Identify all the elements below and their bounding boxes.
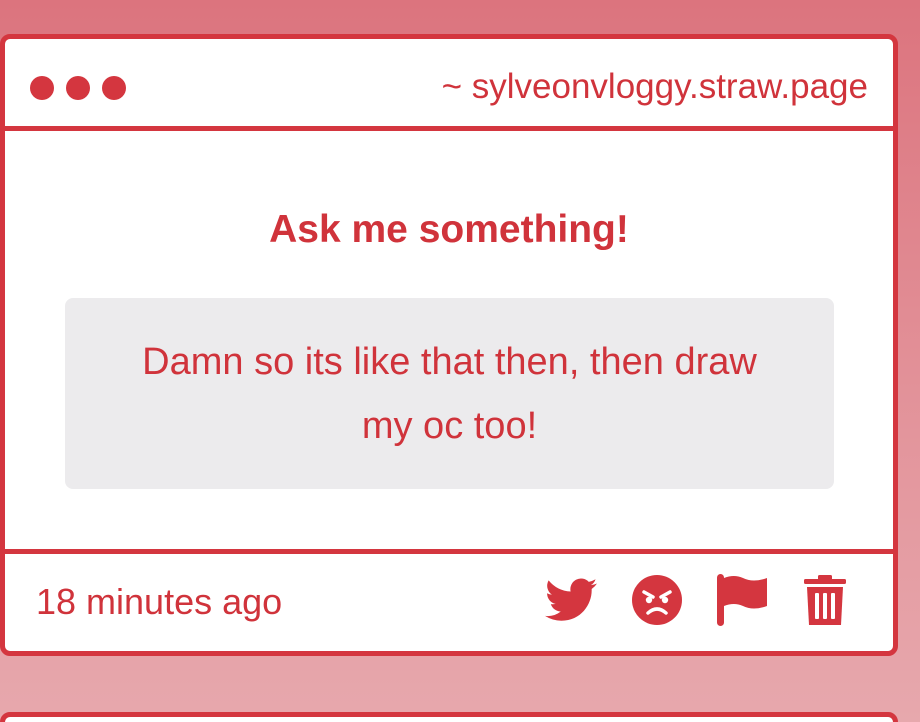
page-title: Ask me something!: [269, 208, 629, 251]
page-url[interactable]: ~ sylveonvloggy.straw.page: [442, 65, 868, 109]
twitter-icon: [545, 578, 597, 621]
delete-button[interactable]: [804, 575, 846, 625]
timestamp: 18 minutes ago: [36, 581, 283, 622]
action-bar: [545, 574, 846, 626]
card-footer: 18 minutes ago: [5, 549, 893, 651]
angry-face-icon: [632, 575, 682, 625]
next-card: [0, 712, 898, 722]
share-twitter-button[interactable]: [545, 578, 597, 622]
window-titlebar: ~ sylveonvloggy.straw.page: [5, 39, 893, 131]
ask-card: ~ sylveonvloggy.straw.page Ask me someth…: [0, 34, 898, 656]
trash-icon: [804, 575, 846, 625]
message-text: Damn so its like that then, then draw my…: [142, 340, 757, 447]
flag-icon: [717, 574, 767, 626]
block-button[interactable]: [632, 575, 682, 625]
report-button[interactable]: [717, 574, 769, 626]
card-content: Ask me something! Damn so its like that …: [5, 136, 893, 549]
message-box: Damn so its like that then, then draw my…: [65, 298, 834, 489]
window-dot: [66, 76, 90, 100]
window-dot: [30, 76, 54, 100]
window-dots: [30, 76, 126, 100]
window-dot: [102, 76, 126, 100]
